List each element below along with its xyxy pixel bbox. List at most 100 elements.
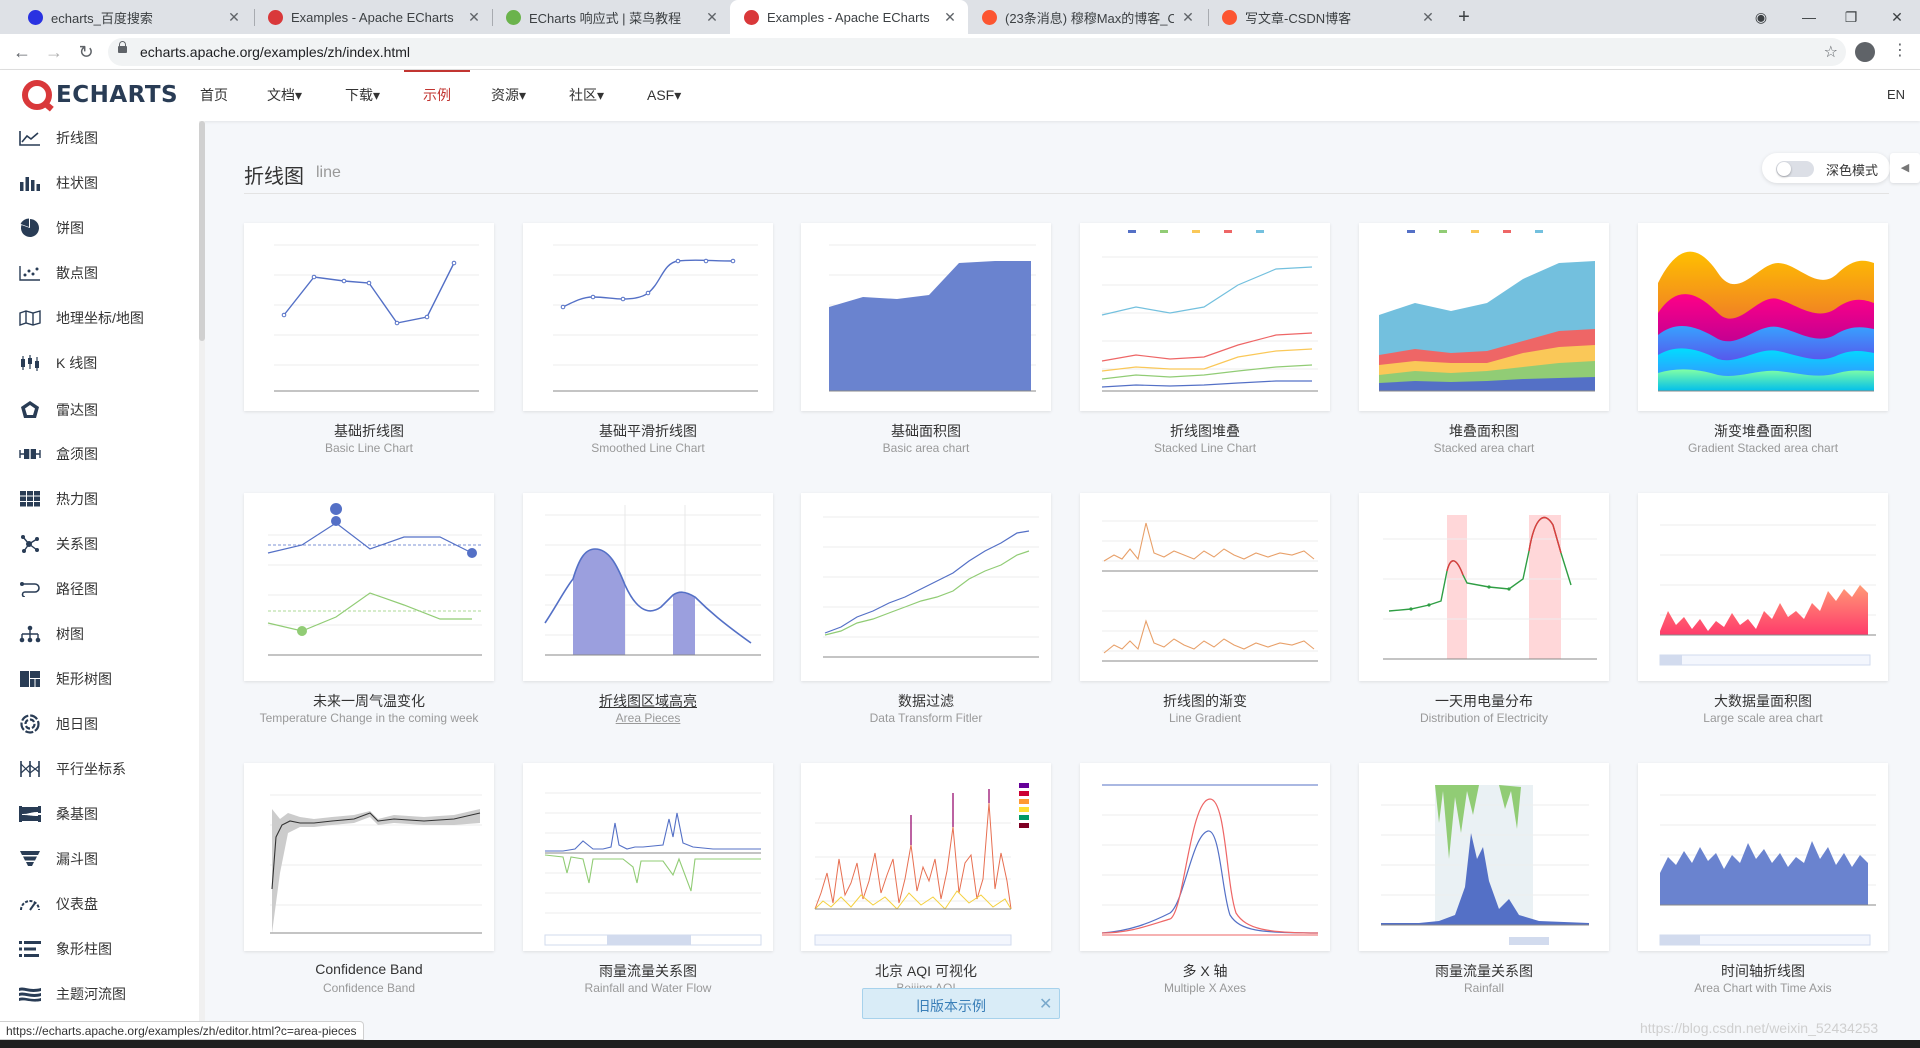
chart-thumbnail[interactable]: [801, 763, 1051, 951]
back-arrow-icon[interactable]: ←: [10, 40, 34, 64]
chart-thumbnail[interactable]: [244, 223, 494, 411]
chart-thumbnail[interactable]: [1638, 493, 1888, 681]
window-close-button[interactable]: ✕: [1874, 0, 1920, 34]
card-title[interactable]: 基础折线图: [244, 421, 494, 441]
chart-thumbnail[interactable]: [1359, 763, 1609, 951]
chart-thumbnail[interactable]: [1080, 763, 1330, 951]
nav-community[interactable]: 社区▾: [569, 70, 604, 121]
sidebar-item-pie[interactable]: 饼图: [0, 211, 199, 245]
sidebar-item-funnel[interactable]: 漏斗图: [0, 842, 199, 876]
tab-search-icon[interactable]: ◉: [1738, 0, 1784, 34]
chart-thumbnail[interactable]: [1359, 493, 1609, 681]
card-subtitle[interactable]: Data Transform Fitler: [801, 711, 1051, 725]
card-subtitle[interactable]: Temperature Change in the coming week: [244, 711, 494, 725]
sidebar-item-graph[interactable]: 关系图: [0, 527, 199, 561]
language-switch[interactable]: EN: [1887, 87, 1905, 102]
card-title[interactable]: 折线图的渐变: [1080, 691, 1330, 711]
dark-mode-toggle[interactable]: 深色模式: [1762, 153, 1890, 183]
card-subtitle[interactable]: Basic Line Chart: [244, 441, 494, 455]
card-title[interactable]: 未来一周气温变化: [244, 691, 494, 711]
browser-tab-6[interactable]: 写文章-CSDN博客 ✕: [1208, 0, 1446, 34]
card-subtitle[interactable]: Area Pieces: [523, 711, 773, 725]
collapse-arrow-icon[interactable]: ◀: [1890, 153, 1920, 183]
card-title[interactable]: 时间轴折线图: [1638, 961, 1888, 981]
chart-thumbnail[interactable]: [1359, 223, 1609, 411]
close-tab-icon[interactable]: ✕: [1180, 9, 1196, 26]
nav-download[interactable]: 下载▾: [345, 70, 380, 121]
sidebar-item-treemap[interactable]: 矩形树图: [0, 662, 199, 696]
card-subtitle[interactable]: Area Chart with Time Axis: [1638, 981, 1888, 995]
sidebar-item-candlestick[interactable]: K 线图: [0, 346, 199, 380]
sidebar-item-boxplot[interactable]: 盒须图: [0, 437, 199, 471]
card-title[interactable]: 雨量流量关系图: [1359, 961, 1609, 981]
card-title[interactable]: 折线图堆叠: [1080, 421, 1330, 441]
browser-tab-5[interactable]: (23条消息) 穆穆Max的博客_CSDN ✕: [968, 0, 1206, 34]
card-subtitle[interactable]: Rainfall: [1359, 981, 1609, 995]
card-title[interactable]: 折线图区域高亮: [523, 691, 773, 711]
card-title[interactable]: 雨量流量关系图: [523, 961, 773, 981]
card-subtitle[interactable]: Basic area chart: [801, 441, 1051, 455]
chart-thumbnail[interactable]: [523, 763, 773, 951]
card-subtitle[interactable]: Line Gradient: [1080, 711, 1330, 725]
chart-thumbnail[interactable]: [801, 493, 1051, 681]
card-title[interactable]: 多 X 轴: [1080, 961, 1330, 981]
card-title[interactable]: 堆叠面积图: [1359, 421, 1609, 441]
chart-thumbnail[interactable]: [244, 493, 494, 681]
card-title[interactable]: 一天用电量分布: [1359, 691, 1609, 711]
close-tab-icon[interactable]: ✕: [1420, 9, 1436, 26]
card-subtitle[interactable]: Multiple X Axes: [1080, 981, 1330, 995]
chart-thumbnail[interactable]: [801, 223, 1051, 411]
forward-arrow-icon[interactable]: →: [42, 40, 66, 64]
card-subtitle[interactable]: Large scale area chart: [1638, 711, 1888, 725]
chart-thumbnail[interactable]: [1080, 493, 1330, 681]
browser-tab-4-active[interactable]: Examples - Apache ECharts ✕: [730, 0, 968, 34]
sidebar-item-scatter[interactable]: 散点图: [0, 256, 199, 290]
url-text[interactable]: echarts.apache.org/examples/zh/index.htm…: [140, 44, 410, 60]
chart-thumbnail[interactable]: [1638, 223, 1888, 411]
sidebar-item-sankey[interactable]: 桑基图: [0, 797, 199, 831]
sidebar-item-map[interactable]: 地理坐标/地图: [0, 301, 199, 335]
chart-thumbnail[interactable]: [523, 493, 773, 681]
sidebar-item-line[interactable]: 折线图: [0, 121, 199, 155]
sidebar-item-lines[interactable]: 路径图: [0, 572, 199, 606]
chart-thumbnail[interactable]: [244, 763, 494, 951]
chart-thumbnail[interactable]: [1080, 223, 1330, 411]
card-subtitle[interactable]: Rainfall and Water Flow: [523, 981, 773, 995]
url-omnibox[interactable]: echarts.apache.org/examples/zh/index.htm…: [108, 38, 1846, 66]
chart-thumbnail[interactable]: [523, 223, 773, 411]
card-subtitle[interactable]: Stacked area chart: [1359, 441, 1609, 455]
sidebar-item-parallel[interactable]: 平行坐标系: [0, 752, 199, 786]
nav-asf[interactable]: ASF▾: [647, 70, 681, 121]
new-tab-button[interactable]: +: [1452, 5, 1476, 29]
card-title[interactable]: 渐变堆叠面积图: [1638, 421, 1888, 441]
maximize-button[interactable]: ❐: [1828, 0, 1874, 34]
browser-tab-3[interactable]: ECharts 响应式 | 菜鸟教程 ✕: [492, 0, 730, 34]
close-tab-icon[interactable]: ✕: [466, 9, 482, 26]
card-title[interactable]: 大数据量面积图: [1638, 691, 1888, 711]
card-title[interactable]: 基础平滑折线图: [523, 421, 773, 441]
sidebar-item-heatmap[interactable]: 热力图: [0, 482, 199, 516]
close-tab-icon[interactable]: ✕: [226, 9, 242, 26]
echarts-logo[interactable]: ECHARTS: [22, 80, 178, 110]
profile-avatar-icon[interactable]: [1855, 42, 1875, 62]
sidebar-item-gauge[interactable]: 仪表盘: [0, 887, 199, 921]
old-examples-banner[interactable]: 旧版本示例 ✕: [862, 988, 1060, 1019]
card-subtitle[interactable]: Confidence Band: [244, 981, 494, 995]
browser-menu-icon[interactable]: ⋮: [1892, 40, 1908, 60]
nav-home[interactable]: 首页: [200, 70, 228, 121]
sidebar-item-bar[interactable]: 柱状图: [0, 166, 199, 200]
nav-examples[interactable]: 示例: [423, 70, 451, 121]
browser-tab-1[interactable]: echarts_百度搜索 ✕: [14, 0, 252, 34]
sidebar-item-tree[interactable]: 树图: [0, 617, 199, 651]
sidebar-item-pictorialbar[interactable]: 象形柱图: [0, 932, 199, 966]
close-banner-icon[interactable]: ✕: [1039, 994, 1052, 1014]
card-subtitle[interactable]: Gradient Stacked area chart: [1638, 441, 1888, 455]
minimize-button[interactable]: —: [1786, 0, 1832, 34]
card-subtitle[interactable]: Stacked Line Chart: [1080, 441, 1330, 455]
card-subtitle[interactable]: Smoothed Line Chart: [523, 441, 773, 455]
card-title[interactable]: 基础面积图: [801, 421, 1051, 441]
close-tab-icon[interactable]: ✕: [942, 9, 958, 26]
card-title[interactable]: Confidence Band: [244, 961, 494, 977]
card-title[interactable]: 数据过滤: [801, 691, 1051, 711]
nav-resources[interactable]: 资源▾: [491, 70, 526, 121]
